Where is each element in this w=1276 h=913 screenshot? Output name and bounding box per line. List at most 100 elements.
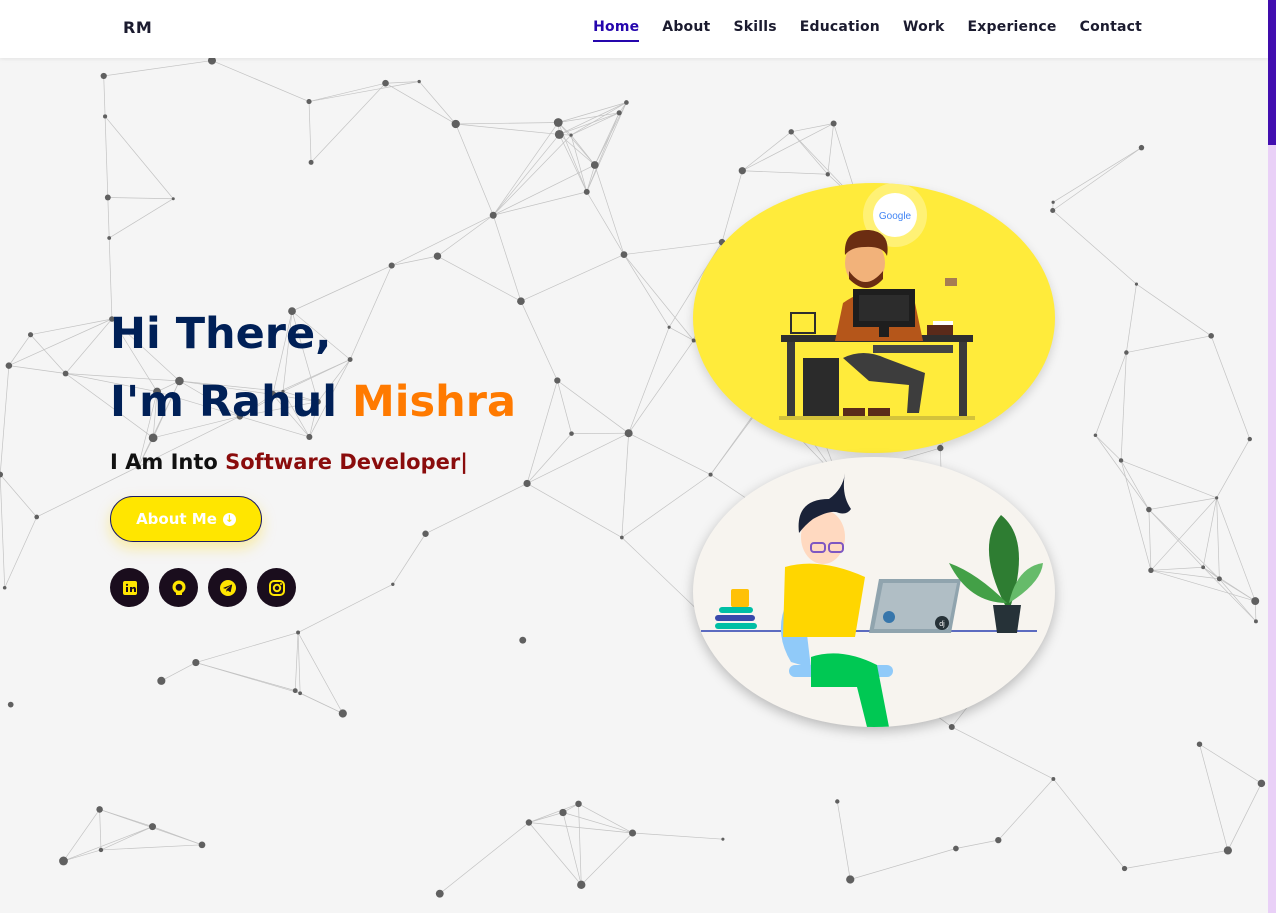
network-node [628,829,637,837]
network-node [553,118,563,127]
network-line [586,191,625,255]
network-line [621,474,711,538]
network-line [586,164,596,192]
network-line [100,844,203,851]
network-node [788,129,794,135]
about-me-button[interactable]: About Me ↓ [110,496,262,542]
network-node [98,847,104,853]
network-node [1216,576,1222,582]
network-node [96,806,103,813]
hero-section: Hi There, I'm Rahul Mishra I Am Into Sof… [110,300,516,607]
network-line [437,214,494,257]
network-node [104,194,111,201]
nav-experience[interactable]: Experience [968,19,1057,42]
network-node [1118,458,1124,463]
network-line [581,832,633,886]
network-line [1052,147,1142,211]
network-line [1120,460,1217,499]
network-line [1052,147,1142,203]
network-line [850,848,957,880]
network-line [955,839,999,849]
network-node [575,800,582,808]
network-line [294,632,299,691]
nav-home[interactable]: Home [593,19,640,42]
network-node [149,823,156,831]
network-node [738,167,746,175]
hero-name-first: I'm Rahul [110,377,353,427]
site-logo[interactable]: RM [123,18,152,37]
network-node [937,444,944,452]
network-node [523,479,531,488]
network-line [628,432,711,475]
nav-contact[interactable]: Contact [1080,19,1142,42]
network-line [455,123,494,216]
network-line [1136,283,1212,337]
navbar: RM Home About Skills Education Work Expe… [0,0,1268,58]
linkedin-icon [122,580,137,595]
network-line [8,365,66,374]
network-node [207,58,216,65]
network-line [30,334,66,374]
network-line [1126,284,1137,353]
developer-desk-illustration: Google [693,183,1055,453]
network-line [0,474,37,518]
main-nav: Home About Skills Education Work Experie… [593,19,1142,42]
network-line [1216,438,1251,499]
telegram-link[interactable] [208,568,247,607]
network-node [2,585,7,590]
hero-role: I Am Into Software Developer| [110,450,516,474]
network-node [433,252,442,260]
network-node [1257,779,1266,788]
network-line [1202,497,1217,568]
network-node [1208,333,1214,339]
github-link[interactable] [159,568,198,607]
hero-greeting: Hi There, [110,309,332,359]
network-line [211,60,310,102]
network-node [554,377,561,384]
network-line [526,380,558,484]
network-node [1121,865,1128,872]
network-node [1134,282,1139,286]
network-line [1148,497,1217,510]
network-node [624,429,633,438]
network-line [742,123,834,172]
network-node [846,875,855,884]
network-node [1215,496,1219,500]
network-line [310,82,386,163]
network-line [998,778,1054,841]
network-line [1150,569,1256,602]
network-line [1202,567,1257,622]
network-line [492,134,572,216]
network-node [34,514,40,520]
network-node [835,799,840,804]
linkedin-link[interactable] [110,568,149,607]
network-line [1126,335,1212,353]
scrollbar[interactable] [1268,0,1276,913]
nav-skills[interactable]: Skills [733,19,776,42]
network-line [526,433,572,484]
network-line [1148,509,1152,571]
nav-work[interactable]: Work [903,19,945,42]
network-node [306,99,312,105]
network-node [198,841,206,849]
network-node [948,723,955,730]
network-line [632,832,723,840]
social-links [110,568,516,607]
network-line [1053,778,1125,869]
network-line [586,112,620,193]
network-line [520,301,558,381]
nav-about[interactable]: About [662,19,710,42]
network-line [107,197,174,200]
scrollbar-thumb[interactable] [1268,0,1276,145]
network-line [1202,566,1256,602]
network-line [1227,783,1262,851]
network-node [519,636,527,644]
network-node [953,845,959,852]
network-node [590,161,599,169]
network-line [308,101,312,163]
network-node [417,79,421,84]
instagram-link[interactable] [257,568,296,607]
network-node [995,836,1002,844]
network-node [388,262,395,269]
nav-education[interactable]: Education [800,19,880,42]
